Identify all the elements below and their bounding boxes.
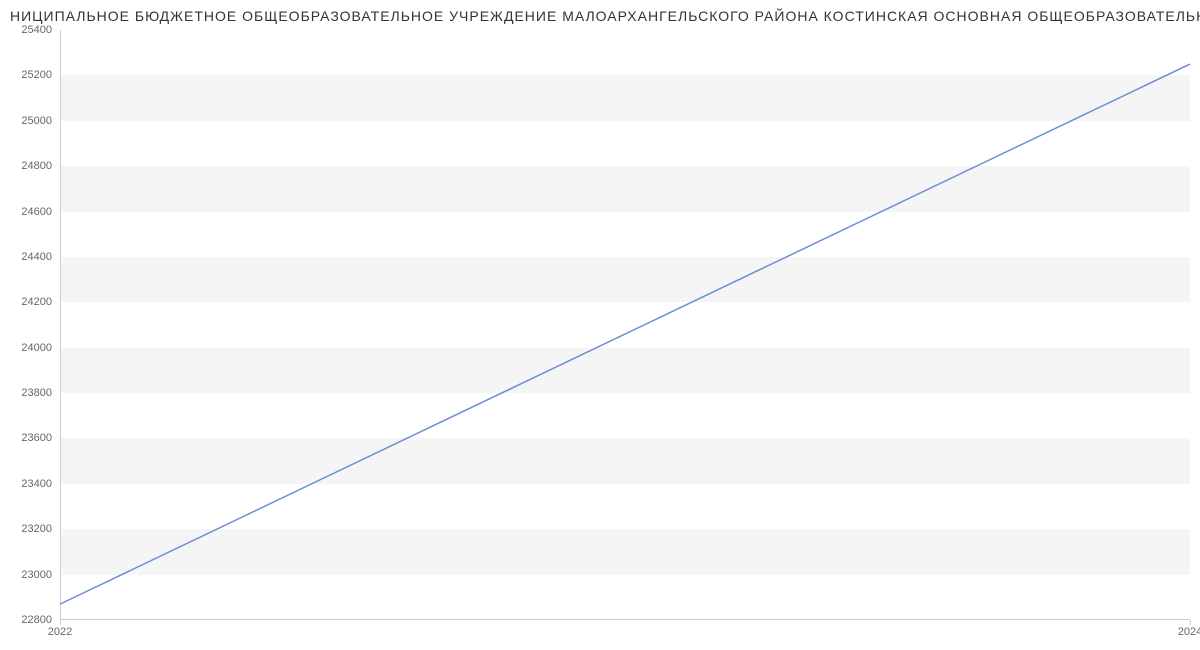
y-tick-label: 23000 xyxy=(21,569,60,581)
plot-area: 2280023000232002340023600238002400024200… xyxy=(60,30,1190,620)
data-series-line xyxy=(60,64,1190,604)
x-tick-mark xyxy=(1190,620,1191,625)
chart-container: НИЦИПАЛЬНОЕ БЮДЖЕТНОЕ ОБЩЕОБРАЗОВАТЕЛЬНО… xyxy=(0,0,1200,650)
x-tick-mark xyxy=(60,620,61,625)
chart-title: НИЦИПАЛЬНОЕ БЮДЖЕТНОЕ ОБЩЕОБРАЗОВАТЕЛЬНО… xyxy=(0,0,1200,26)
y-tick-label: 23600 xyxy=(21,432,60,444)
y-tick-label: 25000 xyxy=(21,115,60,127)
y-tick-label: 23400 xyxy=(21,478,60,490)
line-chart-svg xyxy=(60,30,1190,620)
y-tick-label: 24600 xyxy=(21,206,60,218)
y-tick-label: 24800 xyxy=(21,160,60,172)
y-tick-label: 24400 xyxy=(21,251,60,263)
y-tick-label: 23200 xyxy=(21,523,60,535)
y-tick-label: 23800 xyxy=(21,387,60,399)
x-tick-label: 2024 xyxy=(1178,620,1200,638)
y-tick-label: 24200 xyxy=(21,296,60,308)
y-tick-label: 24000 xyxy=(21,342,60,354)
y-tick-label: 25400 xyxy=(21,24,60,36)
y-tick-label: 25200 xyxy=(21,69,60,81)
